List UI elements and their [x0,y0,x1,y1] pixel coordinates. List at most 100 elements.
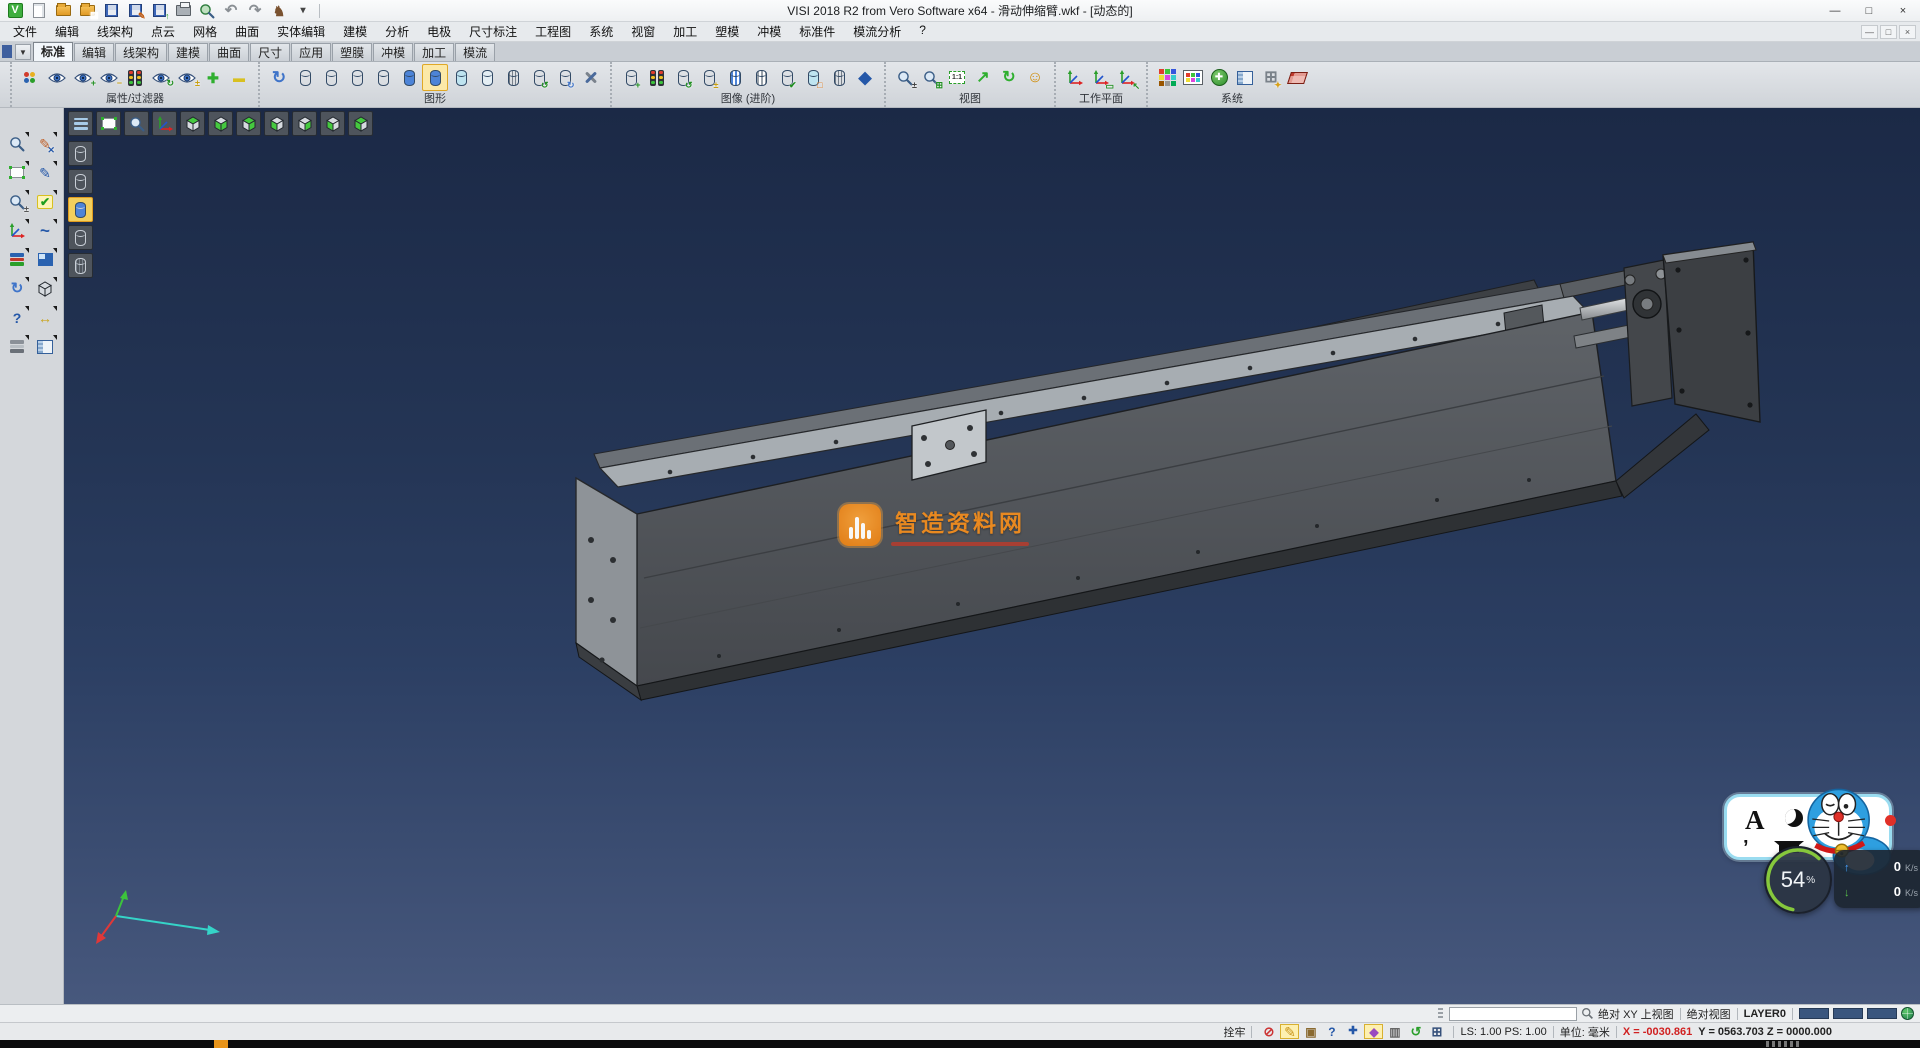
globe-icon[interactable] [1901,1007,1914,1020]
tab-dropdown-button[interactable]: ▼ [15,44,31,60]
invert-visibility-button[interactable]: ± [174,64,200,91]
auto-rotate-button[interactable]: ↺ [1406,1024,1425,1039]
adv-refresh-button[interactable]: ↺ [670,64,696,91]
view-left-button[interactable] [264,111,289,136]
show-all-button[interactable]: ✚ [200,64,226,91]
adv-filter-button[interactable] [644,64,670,91]
tab-5[interactable]: 曲面 [209,43,249,61]
delete-entity-button[interactable]: ✎✕ [32,130,59,157]
show-entities-button[interactable]: + [70,64,96,91]
snap-edit-button[interactable]: ✎ [1280,1024,1299,1039]
visi-logo-button[interactable]: V [4,2,26,20]
selection-zoom-button[interactable] [4,130,31,157]
section-display-button[interactable] [722,64,748,91]
view-isometric-button[interactable] [348,111,373,136]
display-wireframe-button[interactable] [68,141,93,166]
dynamic-pan-button[interactable]: ↗ [970,64,996,91]
grid-settings-button[interactable]: ⊞✦ [1258,64,1284,91]
layer-colors-button[interactable] [4,246,31,273]
mesh-analysis-button[interactable] [1284,64,1310,91]
redraw-visible-button[interactable]: ↻ [148,64,174,91]
menu-item-14[interactable]: 视窗 [622,21,664,42]
color-table-button[interactable] [1154,64,1180,91]
flyout-arrow-icon[interactable] [53,219,57,224]
display-settings-button[interactable] [578,64,604,91]
snap-construct-button[interactable]: ▣ [1301,1024,1320,1039]
mdi-minimize-button[interactable]: — [1861,25,1878,39]
toolbar-options-button[interactable]: ▾ [292,2,314,20]
zoom-window-button[interactable] [96,111,121,136]
view-mode-label[interactable]: 绝对 XY 上视图 [1598,1006,1674,1022]
view-menu-button[interactable] [68,111,93,136]
print-preview-button[interactable] [196,2,218,20]
menu-item-8[interactable]: 建模 [334,21,376,42]
solid-view-button[interactable]: ◆ [852,64,878,91]
tab-11[interactable]: 模流 [455,43,495,61]
menu-item-7[interactable]: 实体编辑 [268,21,334,42]
menu-item-17[interactable]: 冲模 [748,21,790,42]
attribute-copy-button[interactable] [44,64,70,91]
menu-item-4[interactable]: 点云 [142,21,184,42]
menu-item-10[interactable]: 电极 [418,21,460,42]
restore-button[interactable]: □ [1852,1,1886,21]
dashed-hidden-display-button[interactable] [344,64,370,91]
save-as-button[interactable]: ✎ [124,2,146,20]
taskbar-app-icon[interactable] [214,1040,228,1048]
hide-all-button[interactable]: ▬ [226,64,252,91]
zoom-in-out-button[interactable]: ± [892,64,918,91]
layer-color-swatch[interactable] [1867,1008,1897,1019]
system-settings-button[interactable]: ✚ [1206,64,1232,91]
zoom-1to1-button[interactable]: 1:1 [944,64,970,91]
view-right-button[interactable] [292,111,317,136]
spline-tool-button[interactable]: ~ [32,217,59,244]
tab-3[interactable]: 线架构 [115,43,167,61]
menu-item-2[interactable]: 编辑 [46,21,88,42]
active-layer-label[interactable]: LAYER0 [1744,1008,1786,1020]
flyout-arrow-icon[interactable] [25,132,29,137]
layer-color-swatch[interactable] [1799,1008,1829,1019]
flyout-arrow-icon[interactable] [25,219,29,224]
selection-filter-button[interactable] [122,64,148,91]
mesh-display-button[interactable] [500,64,526,91]
flyout-arrow-icon[interactable] [53,161,57,166]
layer-manager-button[interactable] [4,333,31,360]
validate-display-button[interactable]: ✔ [774,64,800,91]
tab-7[interactable]: 应用 [291,43,331,61]
workplane-align-button[interactable]: ↖ [1114,64,1140,91]
menu-item-5[interactable]: 网格 [184,21,226,42]
flyout-arrow-icon[interactable] [53,335,57,340]
context-help-button[interactable]: ? [1322,1024,1341,1039]
menu-item-12[interactable]: 工程图 [526,21,580,42]
search-icon[interactable] [1581,1007,1594,1020]
tab-2[interactable]: 编辑 [74,43,114,61]
profile-manager-button[interactable] [1232,64,1258,91]
tab-9[interactable]: 冲模 [373,43,413,61]
macro-record-button[interactable]: ♞ [268,2,290,20]
sheet-tool-button[interactable] [32,333,59,360]
view-bottom-button[interactable] [208,111,233,136]
lock-label[interactable]: 拴牢 [1223,1024,1245,1040]
view-axis-button[interactable] [152,111,177,136]
menu-item-18[interactable]: 标准件 [790,21,844,42]
shaded-display-button[interactable] [396,64,422,91]
view-front-button[interactable] [320,111,345,136]
flyout-arrow-icon[interactable] [25,335,29,340]
display-shaded-button[interactable] [68,197,93,222]
zoom-dynamic-button[interactable] [124,111,149,136]
view-preferences-button[interactable]: ☺ [1022,64,1048,91]
flyout-arrow-icon[interactable] [25,161,29,166]
refresh-display-button[interactable]: ↻ [4,275,31,302]
menu-item-20[interactable]: ? [910,21,935,42]
menu-item-3[interactable]: 线架构 [88,21,142,42]
minimize-button[interactable]: — [1818,1,1852,21]
ghost-display-button[interactable] [474,64,500,91]
snap-gem-button[interactable]: ◆ [1364,1024,1383,1039]
mdi-close-button[interactable]: × [1899,25,1916,39]
display-translucent-button[interactable] [68,225,93,250]
hide-entities-button[interactable]: − [96,64,122,91]
regen-all-button[interactable]: ↻ [552,64,578,91]
flyout-arrow-icon[interactable] [53,248,57,253]
tab-1[interactable]: 标准 [33,42,73,61]
adv-invert-button[interactable]: ± [696,64,722,91]
tab-6[interactable]: 尺寸 [250,43,290,61]
